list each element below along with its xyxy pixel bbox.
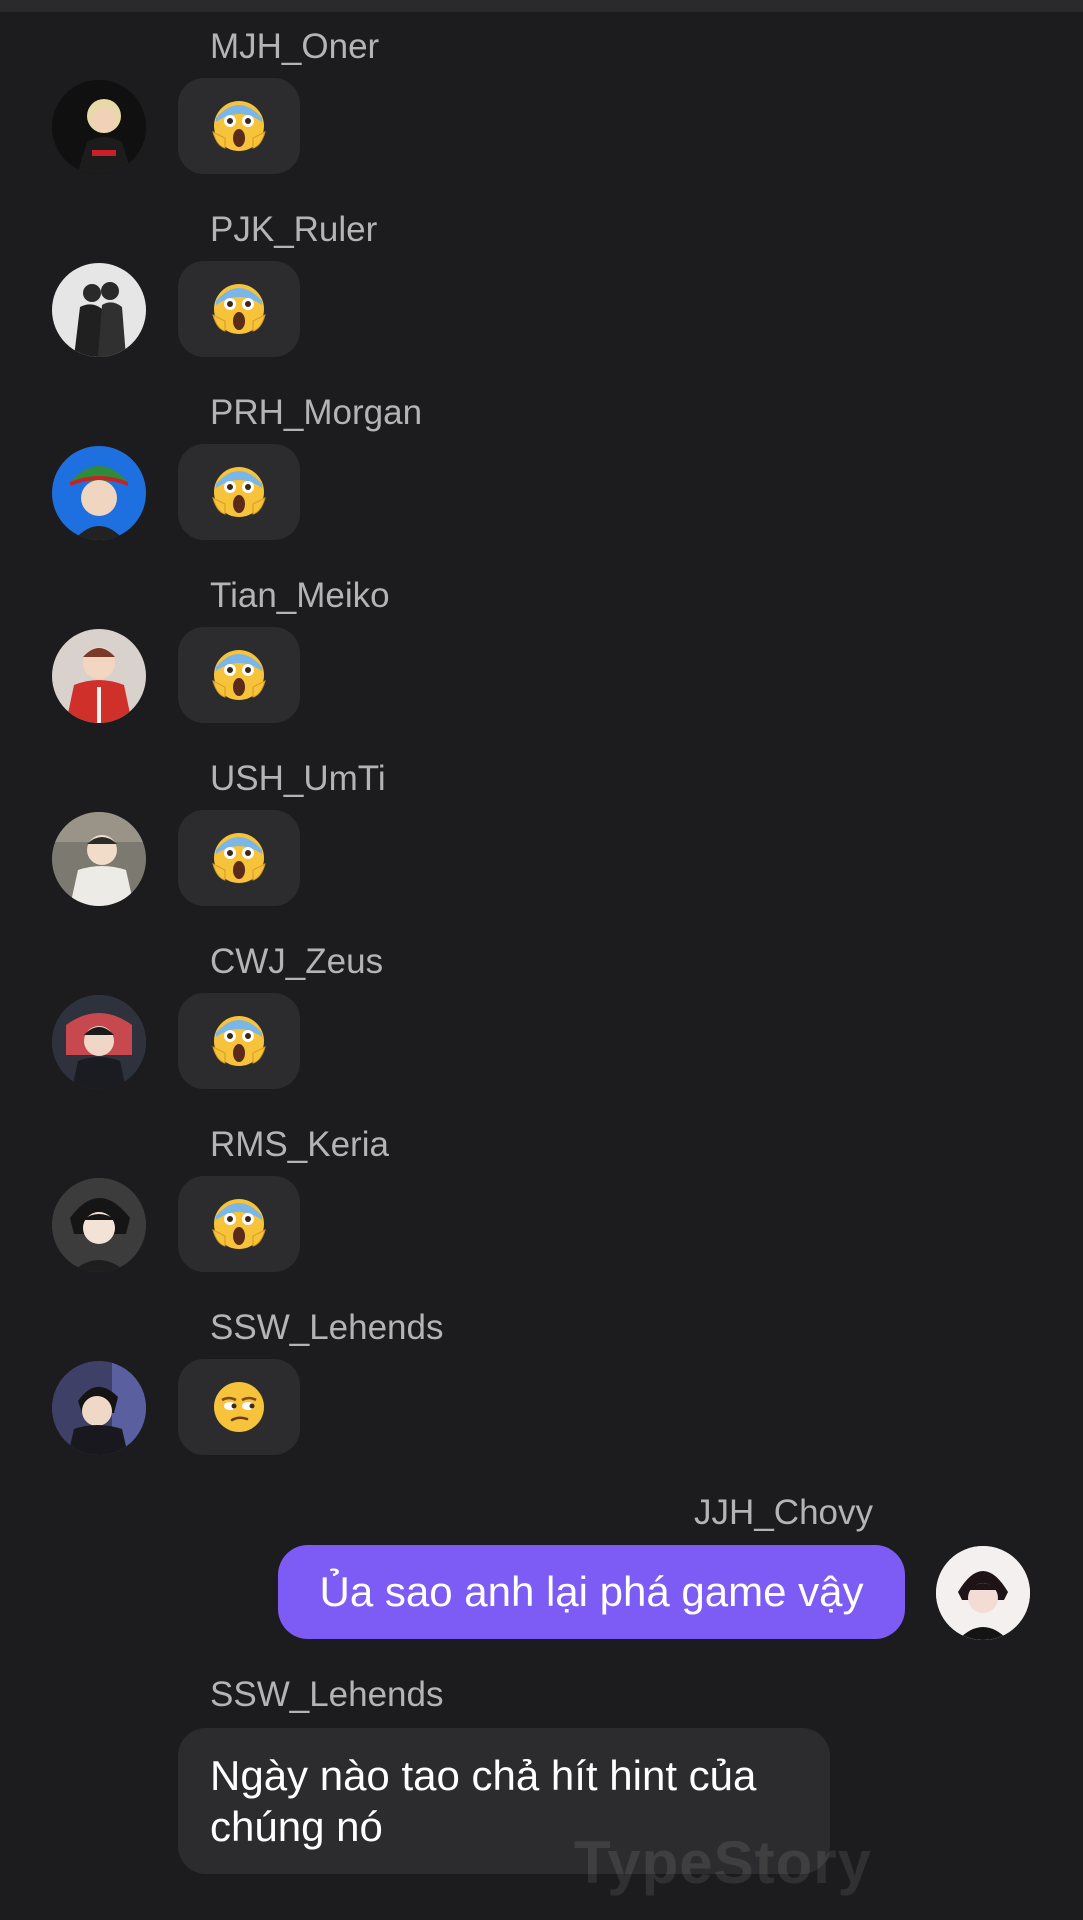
sender-name: USH_UmTi (210, 759, 386, 798)
emoji-bubble[interactable] (178, 78, 300, 174)
message-row: RMS_Keria (0, 1098, 1083, 1281)
message-row: SSW_Lehends (0, 1281, 1083, 1464)
avatar[interactable] (52, 629, 146, 723)
scream-emoji-icon (212, 1199, 266, 1249)
avatar[interactable] (936, 1546, 1030, 1640)
scream-emoji-icon (212, 284, 266, 334)
sender-name: RMS_Keria (210, 1125, 389, 1164)
sender-name: PRH_Morgan (210, 393, 423, 432)
avatar[interactable] (52, 263, 146, 357)
chat-thread: MJH_Oner PJK_Ruler PRH_Morgan Tian_Meiko… (0, 0, 1083, 1920)
emoji-bubble[interactable] (178, 444, 300, 540)
avatar[interactable] (52, 1178, 146, 1272)
message-row: USH_UmTi (0, 732, 1083, 915)
emoji-bubble[interactable] (178, 1359, 300, 1455)
message-row: Tian_Meiko (0, 549, 1083, 732)
scream-emoji-icon (212, 101, 266, 151)
emoji-bubble[interactable] (178, 1176, 300, 1272)
outgoing-message-bubble[interactable]: Ủa sao anh lại phá game vậy (278, 1545, 905, 1639)
avatar[interactable] (52, 80, 146, 174)
sender-name: MJH_Oner (210, 27, 380, 66)
avatar[interactable] (52, 995, 146, 1089)
message-row: CWJ_Zeus (0, 915, 1083, 1098)
emoji-bubble[interactable] (178, 810, 300, 906)
emoji-bubble[interactable] (178, 627, 300, 723)
avatar[interactable] (52, 812, 146, 906)
sender-name: CWJ_Zeus (210, 942, 384, 981)
sender-name: Tian_Meiko (210, 576, 390, 615)
scream-emoji-icon (212, 650, 266, 700)
sender-name: JJH_Chovy (694, 1493, 873, 1532)
scream-emoji-icon (212, 1016, 266, 1066)
emoji-bubble[interactable] (178, 993, 300, 1089)
watermark: TypeStory (574, 1829, 872, 1896)
scream-emoji-icon (212, 833, 266, 883)
sender-name: SSW_Lehends (210, 1308, 444, 1347)
avatar[interactable] (52, 446, 146, 540)
emoji-bubble[interactable] (178, 261, 300, 357)
avatar[interactable] (52, 1361, 146, 1455)
message-row: MJH_Oner (0, 0, 1083, 183)
scream-emoji-icon (212, 467, 266, 517)
message-row: PRH_Morgan (0, 366, 1083, 549)
sender-name: SSW_Lehends (210, 1675, 444, 1714)
message-row: PJK_Ruler (0, 183, 1083, 366)
sender-name: PJK_Ruler (210, 210, 378, 249)
unamused-emoji-icon (214, 1382, 264, 1432)
